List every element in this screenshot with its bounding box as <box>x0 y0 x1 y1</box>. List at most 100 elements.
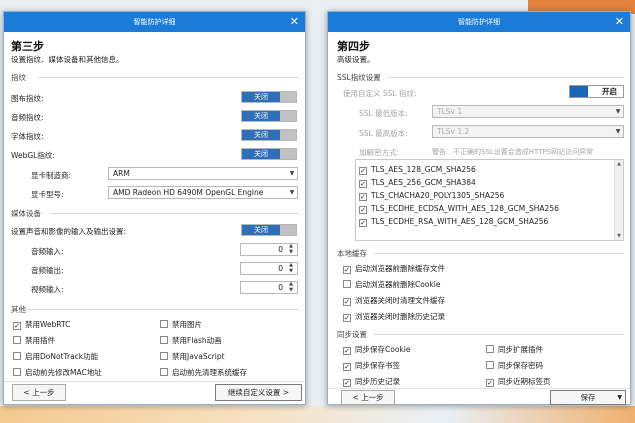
checkbox-icon <box>160 368 168 376</box>
stepper-arrows-icon[interactable]: ▲ ▼ <box>286 281 296 293</box>
sync-extensions-checkbox[interactable]: 同步扩展插件 <box>486 344 543 355</box>
ssl-max-select[interactable]: TLSv 1.2 ▼ <box>432 125 624 138</box>
section-other: 其他 <box>11 305 26 314</box>
list-item[interactable]: ✓ TLS_ECDHE_ECDSA_WITH_AES_128_GCM_SHA256 <box>356 202 623 215</box>
checkbox-icon <box>160 320 168 328</box>
clear-cache-before-checkbox[interactable]: ✓ 启动浏览器前删除缓存文件 <box>343 263 445 274</box>
webgl-fp-label: WebGL指纹: <box>11 151 55 160</box>
prev-step-button[interactable]: < 上一步 <box>341 390 395 405</box>
disable-webrtc-checkbox[interactable]: ✓ 禁用WebRTC <box>13 319 70 330</box>
step-description: 设置指纹、媒体设备和其他信息。 <box>11 55 124 64</box>
disable-flash-checkbox[interactable]: 禁用Flash动画 <box>160 335 222 346</box>
change-mac-checkbox[interactable]: 启动前先修改MAC地址 <box>13 367 102 378</box>
checkbox-icon: ✓ <box>359 206 367 214</box>
checkbox-icon <box>160 336 168 344</box>
close-icon[interactable]: ✕ <box>290 12 299 32</box>
save-button[interactable]: 保存 ▼ <box>550 390 626 405</box>
section-media: 媒体设备 <box>11 209 41 218</box>
title-bar: 智能防护详细 ✕ <box>4 12 305 32</box>
scroll-down-icon[interactable]: ▼ <box>615 232 623 240</box>
cipher-label: 加解密方式: <box>359 148 400 157</box>
list-item[interactable]: ✓ TLS_AES_128_GCM_SHA256 <box>356 163 623 176</box>
custom-ssl-label: 使用自定义 SSL 指纹: <box>343 89 417 98</box>
audio-input-label: 音频输入: <box>31 247 64 256</box>
canvas-fp-toggle[interactable]: 关闭 <box>241 91 297 103</box>
chevron-down-icon: ▼ <box>615 128 621 135</box>
checkbox-icon <box>13 336 21 344</box>
gpu-model-label: 显卡型号: <box>31 190 64 199</box>
cipher-list[interactable]: ✓ TLS_AES_128_GCM_SHA256 ✓ TLS_AES_256_GCM… <box>355 159 624 241</box>
step-title: 第四步 <box>337 40 370 53</box>
chevron-down-icon: ▼ <box>615 108 621 115</box>
donottrack-checkbox[interactable]: 启用DoNotTrack功能 <box>13 351 98 362</box>
list-item[interactable]: ✓ TLS_ECDHE_RSA_WITH_AES_128_GCM_SHA256 <box>356 215 623 228</box>
clear-cookie-before-checkbox[interactable]: 启动浏览器前删除Cookie <box>343 279 440 290</box>
sync-cookie-checkbox[interactable]: ✓ 同步保存Cookie <box>343 344 410 355</box>
gpu-vendor-label: 显卡制造商: <box>31 171 72 180</box>
checkbox-icon: ✓ <box>359 193 367 201</box>
ssl-min-select[interactable]: TLSv 1 ▼ <box>432 105 624 118</box>
video-input-label: 视频输入: <box>31 285 64 294</box>
gpu-vendor-select[interactable]: ARM ▼ <box>108 167 298 180</box>
list-item[interactable]: ✓ TLS_AES_256_GCM_SHA384 <box>356 176 623 189</box>
chevron-down-icon: ▼ <box>289 170 295 177</box>
checkbox-icon: ✓ <box>359 180 367 188</box>
checkbox-icon <box>13 352 21 360</box>
checkbox-icon <box>486 361 494 369</box>
chevron-down-icon[interactable]: ▼ <box>617 391 622 404</box>
section-fingerprint: 指纹 <box>11 73 26 82</box>
list-item[interactable]: ✓ TLS_CHACHA20_POLY1305_SHA256 <box>356 189 623 202</box>
ssl-min-label: SSL 最低版本: <box>359 109 408 118</box>
gpu-model-select[interactable]: AMD Radeon HD 6490M OpenGL Engine ▼ <box>108 186 298 199</box>
bg-decoration-bottom <box>0 406 635 423</box>
step-description: 高级设置。 <box>337 55 375 64</box>
section-cache: 本地缓存 <box>337 249 367 258</box>
checkbox-icon <box>486 345 494 353</box>
checkbox-icon: ✓ <box>343 379 351 387</box>
checkbox-icon <box>13 368 21 376</box>
custom-ssl-toggle[interactable]: 开启 <box>569 85 624 98</box>
video-input-stepper[interactable]: 0 ▲ ▼ <box>240 281 298 294</box>
checkbox-icon: ✓ <box>343 314 351 322</box>
disable-plugins-checkbox[interactable]: 禁用插件 <box>13 335 55 346</box>
audio-fp-toggle[interactable]: 关闭 <box>241 110 297 122</box>
stepper-arrows-icon[interactable]: ▲ ▼ <box>286 243 296 255</box>
scroll-up-icon[interactable]: ▲ <box>615 160 623 168</box>
canvas-fp-label: 图布指纹: <box>11 94 44 103</box>
sync-recent-tabs-checkbox[interactable]: ✓ 同步近期标签页 <box>486 376 551 387</box>
clear-history-close-checkbox[interactable]: ✓ 浏览器关闭时删除历史记录 <box>343 311 445 322</box>
window-title: 智能防护详细 <box>133 18 176 26</box>
cipher-warning: 警告：不正确的SSL设置会造成HTTPS网站访问异常 <box>432 148 594 156</box>
media-policy-toggle[interactable]: 关闭 <box>241 224 297 236</box>
font-fp-toggle[interactable]: 关闭 <box>241 129 297 141</box>
ssl-max-label: SSL 最高版本: <box>359 129 408 138</box>
sync-history-checkbox[interactable]: ✓ 同步历史记录 <box>343 376 400 387</box>
checkbox-icon: ✓ <box>359 219 367 227</box>
step3-dialog: 智能防护详细 ✕ 第三步 设置指纹、媒体设备和其他信息。 指纹 图布指纹: 关闭… <box>3 11 306 405</box>
window-title: 智能防护详细 <box>458 18 500 26</box>
audio-fp-label: 音频指纹: <box>11 113 44 122</box>
audio-input-stepper[interactable]: 0 ▲ ▼ <box>240 243 298 256</box>
title-bar: 智能防护详细 ✕ <box>328 12 630 32</box>
checkbox-icon: ✓ <box>13 322 21 330</box>
clear-cache-close-checkbox[interactable]: ✓ 浏览器关闭时清理文件缓存 <box>343 295 445 306</box>
sync-passwords-checkbox[interactable]: 同步保存密码 <box>486 360 543 371</box>
step-title: 第三步 <box>11 40 44 53</box>
disable-images-checkbox[interactable]: 禁用图片 <box>160 319 202 330</box>
audio-output-stepper[interactable]: 0 ▲ ▼ <box>240 262 298 275</box>
close-icon[interactable]: ✕ <box>615 12 624 32</box>
font-fp-label: 字体指纹: <box>11 132 44 141</box>
webgl-fp-toggle[interactable]: 关闭 <box>241 148 297 160</box>
scrollbar[interactable]: ▲ ▼ <box>614 160 623 240</box>
checkbox-icon: ✓ <box>343 266 351 274</box>
step4-dialog: 智能防护详细 ✕ 第四步 高级设置。 SSL指纹设置 使用自定义 SSL 指纹:… <box>327 11 631 405</box>
stepper-arrows-icon[interactable]: ▲ ▼ <box>286 262 296 274</box>
continue-custom-button[interactable]: 继续自定义设置 > <box>215 384 302 401</box>
checkbox-icon: ✓ <box>343 347 351 355</box>
checkbox-icon: ✓ <box>343 298 351 306</box>
disable-javascript-checkbox[interactable]: 禁用JavaScript <box>160 351 225 362</box>
checkbox-icon <box>343 280 351 288</box>
clear-cache-checkbox[interactable]: 启动前先清理系统缓存 <box>160 367 247 378</box>
prev-step-button[interactable]: < 上一步 <box>12 384 66 401</box>
sync-bookmarks-checkbox[interactable]: ✓ 同步保存书签 <box>343 360 400 371</box>
